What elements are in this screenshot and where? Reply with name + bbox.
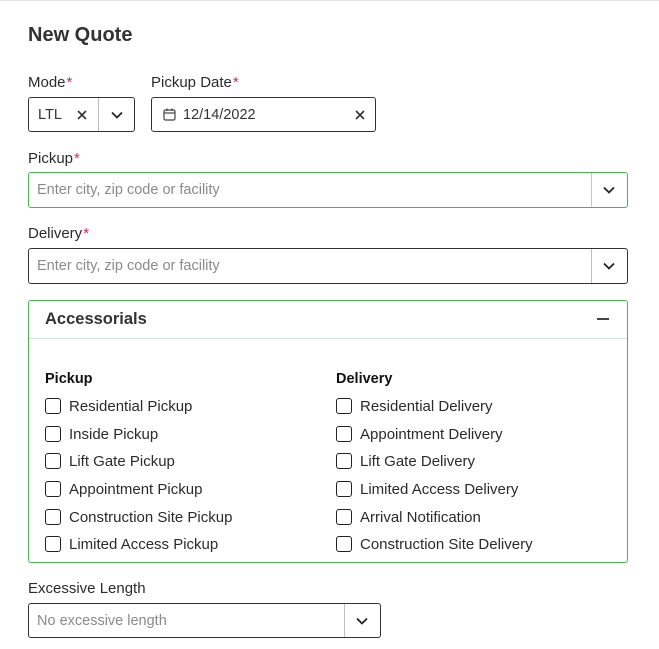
- checkbox[interactable]: [336, 536, 352, 552]
- checkbox[interactable]: [336, 453, 352, 469]
- checkbox-label: Lift Gate Pickup: [69, 452, 175, 470]
- delivery-divider: [591, 249, 592, 283]
- checkbox-construction-site-delivery[interactable]: Construction Site Delivery: [336, 534, 533, 554]
- accessorials-panel: Accessorials Pickup Delivery Residential…: [28, 300, 628, 563]
- delivery-label: Delivery*: [28, 225, 89, 242]
- pickup-accessorials-heading: Pickup: [45, 371, 93, 387]
- checkbox[interactable]: [45, 398, 61, 414]
- accessorials-header[interactable]: Accessorials: [29, 301, 627, 339]
- mode-select[interactable]: LTL: [28, 97, 135, 132]
- checkbox[interactable]: [45, 536, 61, 552]
- delivery-placeholder: Enter city, zip code or facility: [37, 258, 220, 274]
- checkbox-label: Construction Site Pickup: [69, 508, 233, 526]
- mode-label-text: Mode: [28, 74, 66, 91]
- checkbox-limited-access-pickup[interactable]: Limited Access Pickup: [45, 534, 218, 554]
- checkbox[interactable]: [336, 398, 352, 414]
- checkbox-label: Lift Gate Delivery: [360, 452, 476, 470]
- required-asterisk: *: [232, 74, 239, 91]
- excessive-length-label: Excessive Length: [28, 580, 146, 597]
- checkbox[interactable]: [45, 481, 61, 497]
- required-asterisk: *: [74, 150, 80, 167]
- mode-divider: [98, 98, 99, 131]
- checkbox-lift-gate-delivery[interactable]: Lift Gate Delivery: [336, 451, 475, 471]
- checkbox-construction-site-pickup[interactable]: Construction Site Pickup: [45, 507, 232, 527]
- checkbox-label: Appointment Delivery: [360, 425, 503, 443]
- checkbox[interactable]: [336, 481, 352, 497]
- checkbox[interactable]: [45, 426, 61, 442]
- pickup-date-value: 12/14/2022: [183, 106, 256, 123]
- checkbox[interactable]: [336, 426, 352, 442]
- mode-label: Mode*: [28, 74, 72, 91]
- chevron-down-icon[interactable]: [603, 186, 615, 194]
- checkbox-limited-access-delivery[interactable]: Limited Access Delivery: [336, 479, 518, 499]
- excessive-length-placeholder: No excessive length: [37, 612, 167, 629]
- checkbox[interactable]: [336, 509, 352, 525]
- checkbox-inside-pickup[interactable]: Inside Pickup: [45, 424, 158, 444]
- delivery-label-text: Delivery: [28, 225, 83, 242]
- checkbox-label: Limited Access Delivery: [360, 480, 519, 498]
- excessive-length-select[interactable]: No excessive length: [28, 603, 381, 638]
- checkbox-residential-delivery[interactable]: Residential Delivery: [336, 396, 493, 416]
- chevron-down-icon[interactable]: [356, 617, 368, 625]
- required-asterisk: *: [66, 74, 73, 91]
- excessive-length-divider: [344, 604, 345, 637]
- page-title: New Quote: [28, 24, 133, 46]
- mode-value: LTL: [38, 106, 62, 123]
- checkbox-label: Construction Site Delivery: [360, 535, 533, 553]
- checkbox-label: Limited Access Pickup: [69, 535, 219, 553]
- chevron-down-icon[interactable]: [111, 111, 123, 119]
- checkbox[interactable]: [45, 453, 61, 469]
- pickup-divider: [591, 173, 592, 207]
- checkbox-label: Residential Delivery: [360, 397, 493, 415]
- pickup-placeholder: Enter city, zip code or facility: [37, 182, 220, 198]
- clear-date-icon[interactable]: [355, 109, 365, 120]
- checkbox-label: Appointment Pickup: [69, 480, 203, 498]
- accessorials-title: Accessorials: [45, 310, 147, 328]
- pickup-date-label-text: Pickup Date: [151, 74, 232, 91]
- checkbox-label: Residential Pickup: [69, 397, 193, 415]
- pickup-label: Pickup*: [28, 150, 80, 167]
- checkbox[interactable]: [45, 509, 61, 525]
- pickup-label-text: Pickup: [28, 150, 74, 167]
- clear-mode-icon[interactable]: [77, 109, 87, 120]
- checkbox-lift-gate-pickup[interactable]: Lift Gate Pickup: [45, 451, 175, 471]
- pickup-location-input[interactable]: Enter city, zip code or facility: [28, 172, 628, 208]
- checkbox-label: Inside Pickup: [69, 425, 159, 443]
- calendar-icon: [163, 108, 176, 121]
- pickup-date-input[interactable]: 12/14/2022: [151, 97, 376, 132]
- collapse-minus-icon[interactable]: [597, 318, 609, 320]
- checkbox-residential-pickup[interactable]: Residential Pickup: [45, 396, 192, 416]
- checkbox-appointment-delivery[interactable]: Appointment Delivery: [336, 424, 503, 444]
- checkbox-appointment-pickup[interactable]: Appointment Pickup: [45, 479, 202, 499]
- delivery-location-input[interactable]: Enter city, zip code or facility: [28, 248, 628, 284]
- delivery-accessorials-heading: Delivery: [336, 371, 393, 387]
- chevron-down-icon[interactable]: [603, 262, 615, 270]
- top-divider: [0, 0, 659, 1]
- required-asterisk: *: [83, 225, 90, 242]
- checkbox-arrival-notification[interactable]: Arrival Notification: [336, 507, 481, 527]
- pickup-date-label: Pickup Date*: [151, 74, 239, 91]
- checkbox-label: Arrival Notification: [360, 508, 481, 526]
